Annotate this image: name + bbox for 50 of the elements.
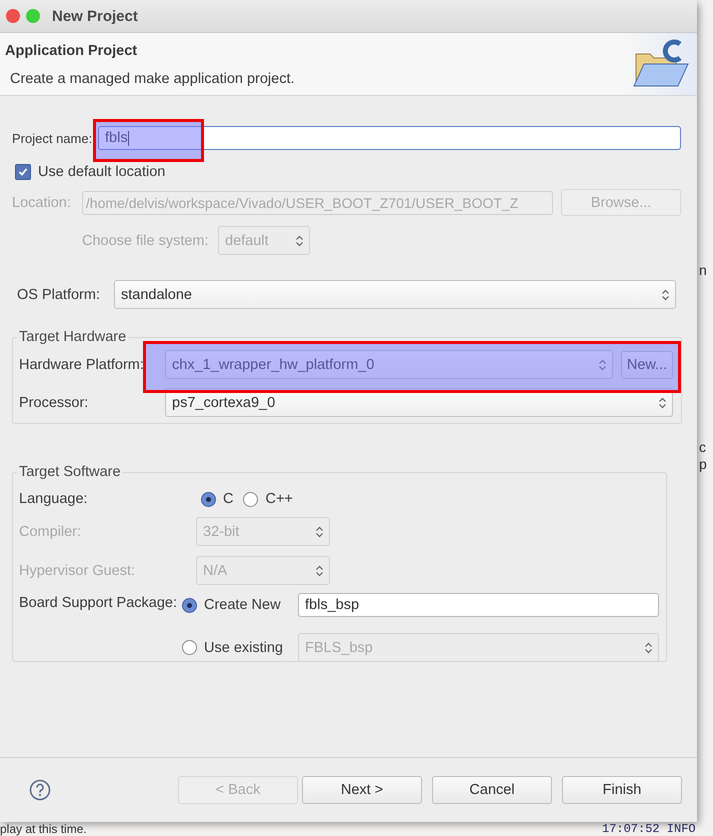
background-status-text: play at this time. <box>0 822 87 836</box>
group-title: Target Hardware <box>17 329 128 345</box>
help-icon[interactable] <box>29 779 51 801</box>
spin-arrows-icon <box>316 564 323 576</box>
background-text: p <box>699 456 707 472</box>
close-icon[interactable] <box>6 9 20 23</box>
field-label: OS Platform: <box>17 286 101 302</box>
radio-button[interactable] <box>182 598 197 612</box>
field-label: Processor: <box>19 394 90 410</box>
spin-arrows-icon <box>316 526 323 538</box>
spin-arrows-icon <box>599 358 606 370</box>
checkbox[interactable] <box>15 164 31 180</box>
wizard-button[interactable]: Finish <box>562 776 682 804</box>
field-label: Project name: <box>12 130 94 146</box>
checkmark-icon <box>18 167 28 177</box>
field-label: Compiler: <box>19 524 82 540</box>
field-label: Hardware Platform: <box>19 356 145 372</box>
spin-arrows-icon <box>645 642 652 654</box>
radio-button[interactable] <box>182 640 197 655</box>
radio-label: C++ <box>265 491 293 507</box>
field-label: Board Support Package: <box>19 595 178 611</box>
bsp-name-field[interactable]: fbls_bsp <box>298 593 659 617</box>
field-label: Choose file system: <box>82 232 210 248</box>
field-label: Hypervisor Guest: <box>19 562 136 578</box>
background-log-text: 17:07:52 INFO <box>602 822 696 836</box>
radio-label: Use existing <box>204 640 284 656</box>
group-title: Target Software <box>17 464 123 480</box>
page-description: Create a managed make application project. <box>9 71 296 87</box>
radio-label: C <box>223 491 234 507</box>
new-button[interactable]: New... <box>621 350 673 378</box>
bsp-select[interactable]: FBLS_bsp <box>298 633 659 662</box>
radio-label: Create New <box>204 597 282 613</box>
wizard-button[interactable]: Next > <box>302 776 422 804</box>
checkbox-label: Use default location <box>38 164 166 180</box>
project-name-field[interactable]: fbls <box>98 126 681 150</box>
spin-arrows-icon <box>659 396 666 408</box>
hardware-platform-select[interactable]: chx_1_wrapper_hw_platform_0 <box>165 350 613 379</box>
processor-select[interactable]: ps7_cortexa9_0 <box>165 388 673 417</box>
background-text: c <box>699 439 706 455</box>
field-label: Location: <box>12 194 72 210</box>
radio-button[interactable] <box>243 492 258 506</box>
radio-button[interactable] <box>201 492 216 506</box>
spin-arrows-icon <box>662 288 669 300</box>
window-title: New Project <box>52 8 138 24</box>
field-label: Language: <box>19 491 89 507</box>
background-text: n <box>699 262 707 278</box>
page-title: Application Project <box>5 43 138 59</box>
wizard-button[interactable]: Cancel <box>432 776 552 804</box>
spin-arrows-icon <box>296 234 303 246</box>
os-platform-select[interactable]: standalone <box>114 280 676 309</box>
